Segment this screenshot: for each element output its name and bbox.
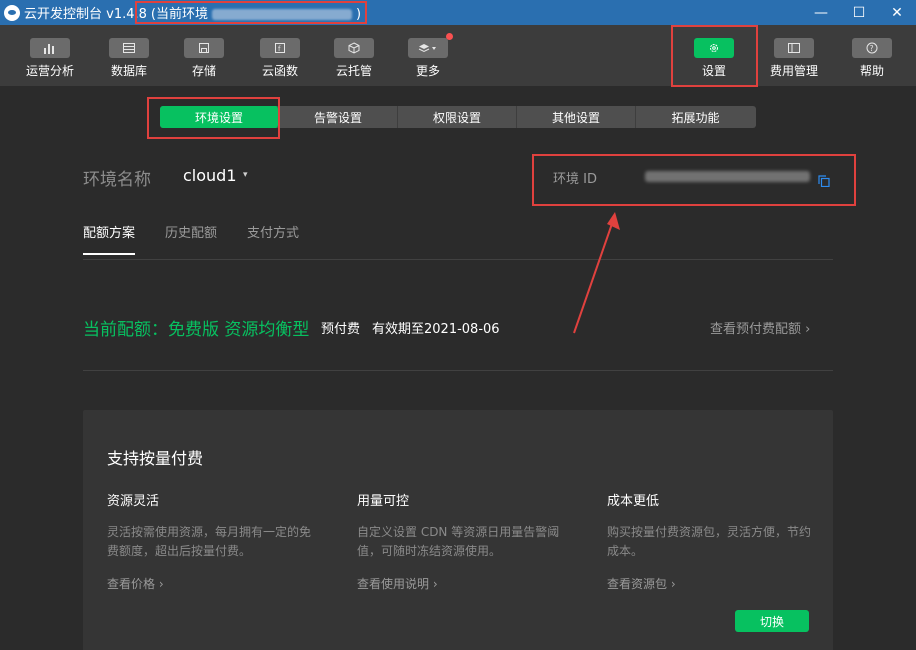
minimize-button[interactable]: — — [802, 0, 840, 25]
svg-text:?: ? — [870, 44, 874, 53]
subtab-quota-history[interactable]: 历史配额 — [165, 222, 217, 255]
tab-other-settings[interactable]: 其他设置 — [517, 106, 636, 128]
toolbar-item-help[interactable]: ? 帮助 — [852, 25, 892, 86]
toolbar-item-billing[interactable]: 费用管理 — [768, 25, 820, 86]
toolbar-item-database[interactable]: 数据库 — [105, 25, 153, 86]
bar-chart-icon — [30, 38, 70, 58]
pay-type-label: 预付费 — [321, 322, 361, 337]
notification-dot — [446, 33, 453, 40]
database-icon — [109, 38, 149, 58]
copy-icon[interactable] — [818, 172, 830, 188]
settings-tab-bar: 环境设置 告警设置 权限设置 其他设置 拓展功能 — [160, 106, 756, 128]
close-button[interactable]: ✕ — [878, 0, 916, 25]
feature-lower-cost: 成本更低 购买按量付费资源包，灵活方便，节约成本。 查看资源包 › — [607, 494, 812, 591]
svg-text:f: f — [278, 45, 281, 53]
function-icon: f — [260, 38, 300, 58]
switch-button[interactable]: 切换 — [735, 610, 809, 632]
cube-icon — [334, 38, 374, 58]
quota-subtabs: 配额方案 历史配额 支付方式 — [83, 222, 329, 255]
card-title: 支持按量付费 — [107, 449, 204, 468]
maximize-button[interactable]: ☐ — [840, 0, 878, 25]
view-resource-pack-link[interactable]: 查看资源包 › — [607, 575, 676, 592]
layers-icon — [408, 33, 453, 58]
tab-permission-settings[interactable]: 权限设置 — [398, 106, 517, 128]
billing-icon — [774, 38, 814, 58]
main-toolbar: 运营分析 数据库 存储 f 云函数 云托管 更多 设置 费用管理 ? 帮助 — [0, 25, 916, 86]
pay-as-you-go-card: 支持按量付费 资源灵活 灵活按需使用资源，每月拥有一定的免费额度，超出后按量付费… — [83, 410, 833, 650]
tab-alert-settings[interactable]: 告警设置 — [279, 106, 398, 128]
subtab-divider — [83, 259, 833, 260]
view-prepaid-quota-link[interactable]: 查看预付费配额 › — [710, 318, 810, 337]
tab-environment-settings[interactable]: 环境设置 — [160, 106, 279, 128]
toolbar-item-analytics[interactable]: 运营分析 — [22, 25, 78, 86]
subtab-payment-method[interactable]: 支付方式 — [247, 222, 299, 255]
save-icon — [184, 38, 224, 58]
view-usage-guide-link[interactable]: 查看使用说明 › — [357, 575, 438, 592]
toolbar-item-storage[interactable]: 存储 — [181, 25, 227, 86]
subtab-quota-plan[interactable]: 配额方案 — [83, 222, 136, 255]
app-logo-icon — [4, 4, 20, 21]
tab-extensions[interactable]: 拓展功能 — [636, 106, 755, 128]
view-price-link[interactable]: 查看价格 › — [107, 575, 164, 592]
env-name-label: 环境名称 — [83, 170, 151, 190]
env-name-dropdown[interactable]: cloud1 — [183, 166, 237, 185]
expire-date-label: 有效期至2021-08-06 — [372, 322, 500, 337]
app-title: 云开发控制台 v1.4.8 — [24, 7, 147, 22]
env-redacted — [211, 9, 352, 20]
annotation-arrow — [573, 212, 620, 334]
toolbar-item-more[interactable]: 更多 — [408, 25, 453, 86]
env-id-redacted — [645, 171, 810, 182]
env-id-label: 环境 ID — [553, 172, 597, 187]
toolbar-item-cloud-hosting[interactable]: 云托管 — [331, 25, 377, 86]
toolbar-item-functions[interactable]: f 云函数 — [256, 25, 304, 86]
current-quota-text: 当前配额：免费版 资源均衡型 — [83, 320, 310, 340]
toolbar-item-settings[interactable]: 设置 — [694, 25, 734, 86]
gear-icon — [694, 38, 734, 58]
chevron-down-icon[interactable]: ▾ — [243, 170, 248, 180]
window-controls: — ☐ ✕ — [802, 0, 916, 25]
current-env-indicator: (当前环境) — [150, 7, 362, 22]
feature-usage-control: 用量可控 自定义设置 CDN 等资源日用量告警阈值，可随时冻结资源使用。 查看使… — [357, 494, 560, 591]
quota-divider — [83, 370, 833, 371]
feature-flexible: 资源灵活 灵活按需使用资源，每月拥有一定的免费额度，超出后按量付费。 查看价格 … — [107, 494, 312, 591]
title-bar: 云开发控制台 v1.4.8 (当前环境) — ☐ ✕ — [0, 0, 916, 25]
help-icon: ? — [852, 38, 892, 58]
